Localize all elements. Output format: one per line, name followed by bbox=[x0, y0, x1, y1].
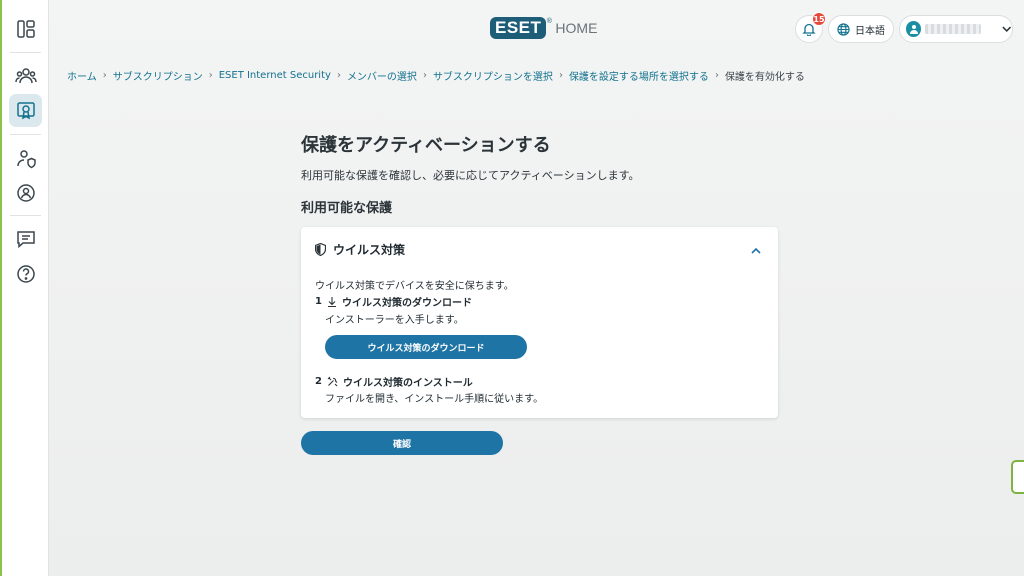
sidebar-item-feedback[interactable] bbox=[9, 222, 42, 255]
sidebar-item-security[interactable] bbox=[9, 142, 42, 175]
sidebar-item-people[interactable] bbox=[9, 59, 42, 92]
chevron-down-icon bbox=[1001, 26, 1011, 32]
confirm-button[interactable]: 確認 bbox=[301, 431, 503, 455]
language-selector[interactable]: 日本語 bbox=[828, 15, 894, 43]
user-icon bbox=[909, 25, 918, 34]
step-title: ウイルス対策のインストール bbox=[342, 378, 473, 389]
sidebar-item-theft[interactable] bbox=[9, 176, 42, 209]
logo-text: ESET bbox=[495, 18, 542, 37]
breadcrumb-subscriptions[interactable]: サブスクリプション bbox=[113, 68, 203, 83]
sidebar bbox=[2, 0, 49, 576]
chevron-right-icon: › bbox=[208, 70, 213, 81]
card-description: ウイルス対策でデバイスを安全に保ちます。 bbox=[315, 281, 514, 292]
sidebar-item-dashboard[interactable] bbox=[9, 12, 42, 45]
breadcrumb: ホーム › サブスクリプション › ESET Internet Security… bbox=[67, 68, 805, 83]
eset-home-logo[interactable]: ESET ® HOME bbox=[490, 17, 597, 39]
breadcrumb-home[interactable]: ホーム bbox=[67, 68, 97, 83]
eset-logo: ESET ® bbox=[490, 17, 552, 39]
language-label: 日本語 bbox=[855, 25, 885, 37]
card-header[interactable]: ウイルス対策 bbox=[315, 241, 405, 258]
shield-icon bbox=[315, 243, 326, 256]
section-title: 利用可能な保護 bbox=[301, 201, 393, 216]
product-name: HOME bbox=[555, 20, 598, 36]
help-icon bbox=[16, 264, 35, 283]
breadcrumb-select-location[interactable]: 保護を設定する場所を選択する bbox=[569, 68, 709, 83]
notifications-button[interactable]: 15 bbox=[795, 12, 826, 43]
breadcrumb-current: 保護を有効化する bbox=[724, 72, 805, 83]
chevron-right-icon: › bbox=[558, 70, 563, 81]
main-content: ESET ® HOME 15 日本語 ホーム › サブスクリプション › ESE… bbox=[49, 0, 1024, 576]
chevron-up-icon[interactable] bbox=[750, 245, 762, 257]
download-antivirus-button[interactable]: ウイルス対策のダウンロード bbox=[325, 335, 527, 359]
chat-icon bbox=[16, 230, 35, 248]
download-icon bbox=[327, 297, 336, 307]
certificate-icon bbox=[16, 101, 35, 119]
breadcrumb-select-subscription[interactable]: サブスクリプションを選択 bbox=[433, 68, 553, 83]
dashboard-icon bbox=[16, 19, 35, 38]
people-icon bbox=[14, 67, 37, 83]
user-name-redacted bbox=[925, 24, 981, 34]
step-download: 1 ウイルス対策のダウンロード bbox=[315, 294, 472, 309]
card-title: ウイルス対策 bbox=[333, 243, 406, 257]
notification-badge: 15 bbox=[812, 12, 826, 26]
logo-registered-mark: ® bbox=[546, 18, 553, 25]
breadcrumb-product[interactable]: ESET Internet Security bbox=[219, 70, 331, 81]
user-shield-icon bbox=[16, 149, 36, 168]
chevron-right-icon: › bbox=[336, 70, 341, 81]
browser-extension-widget[interactable] bbox=[1011, 460, 1024, 494]
antivirus-card: ウイルス対策 ウイルス対策でデバイスを安全に保ちます。 1 ウイルス対策のダウン… bbox=[301, 227, 778, 418]
chevron-right-icon: › bbox=[102, 70, 107, 81]
avatar bbox=[906, 21, 922, 37]
anti-theft-icon bbox=[16, 183, 35, 202]
sidebar-item-subscriptions[interactable] bbox=[9, 94, 42, 127]
chevron-right-icon: › bbox=[714, 70, 719, 81]
step-number: 1 bbox=[315, 296, 322, 307]
sidebar-divider bbox=[10, 134, 41, 135]
globe-icon bbox=[837, 22, 850, 36]
page-description: 利用可能な保護を確認し、必要に応じてアクティベーションします。 bbox=[301, 169, 640, 182]
step-number: 2 bbox=[315, 376, 322, 387]
page-title: 保護をアクティベーションする bbox=[301, 135, 551, 156]
step-subtitle: インストーラーを入手します。 bbox=[325, 315, 464, 326]
step-title: ウイルス対策のダウンロード bbox=[341, 298, 472, 309]
tools-icon bbox=[327, 376, 338, 387]
step-install: 2 ウイルス対策のインストール bbox=[315, 374, 473, 389]
breadcrumb-select-member[interactable]: メンバーの選択 bbox=[347, 68, 417, 83]
chevron-right-icon: › bbox=[422, 70, 427, 81]
sidebar-divider bbox=[10, 215, 41, 216]
sidebar-divider bbox=[10, 52, 41, 53]
user-menu[interactable] bbox=[899, 15, 1013, 43]
sidebar-item-help[interactable] bbox=[9, 257, 42, 290]
step-subtitle: ファイルを開き、インストール手順に従います。 bbox=[325, 394, 544, 405]
